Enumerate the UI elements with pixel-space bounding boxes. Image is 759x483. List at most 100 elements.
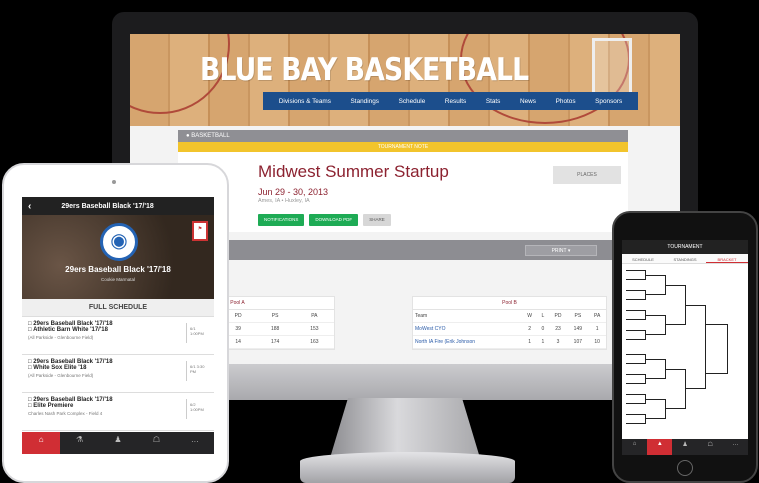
cell: 163 [294, 335, 334, 349]
calendar-icon: □ [28, 403, 32, 409]
event-location: Ames, IA • Huxley, IA [258, 198, 310, 204]
bracket-match[interactable] [626, 414, 646, 424]
nav-standings[interactable]: Standings [351, 98, 379, 105]
col-team: Team [413, 310, 523, 323]
bracket-match[interactable] [626, 290, 646, 300]
monitor-stand-base [300, 452, 515, 483]
tablet-header-title: 29ers Baseball Black '17/'18 [61, 202, 154, 210]
nav-photos[interactable]: Photos [556, 98, 576, 105]
jersey-icon: ◉ [100, 223, 138, 261]
event-actions: NOTIFICATIONS DOWNLOAD PDF SHARE [258, 214, 391, 226]
pool-name: Pool B [413, 297, 606, 310]
event-title: Midwest Summer Startup [258, 162, 449, 181]
table-row: North IA Fire (Erik Johnson 1 1 3 107 10 [413, 335, 606, 349]
site-header-banner: BLUE BAY BASKETBALL Divisions & Teams St… [130, 34, 680, 126]
bracket-match[interactable] [666, 285, 686, 325]
back-arrow-icon[interactable]: ‹ [28, 201, 31, 212]
bracket-match[interactable] [626, 354, 646, 364]
list-item[interactable]: □ 29ers Baseball Black '17/'18 □ Elite P… [22, 393, 214, 431]
calendar-icon: □ [28, 365, 32, 371]
bracket-match[interactable] [646, 315, 666, 335]
device-mockup-stage: BLUE BAY BASKETBALL Divisions & Teams St… [0, 0, 759, 483]
table-header-row: Team W L PD PS PA [413, 310, 606, 323]
tab-schedule[interactable]: SCHEDULE [622, 254, 664, 263]
home-tab-icon[interactable]: ⌂ [22, 432, 61, 454]
bracket-match[interactable] [666, 369, 686, 409]
bracket-match[interactable] [706, 324, 728, 374]
nav-news[interactable]: News [520, 98, 536, 105]
phone-header: TOURNAMENT [622, 240, 748, 254]
table-row: MoWest CYO 2 0 23 149 1 [413, 322, 606, 336]
home-tab-icon[interactable]: ⌂ [622, 439, 647, 455]
cell: 1 [588, 322, 606, 336]
cell: 2 [522, 322, 538, 336]
bracket-match[interactable] [646, 275, 666, 295]
nav-schedule[interactable]: Schedule [399, 98, 426, 105]
team-link[interactable]: MoWest CYO [413, 322, 523, 336]
nav-results[interactable]: Results [445, 98, 466, 105]
bracket-match[interactable] [626, 330, 646, 340]
list-item[interactable]: □ 29ers Baseball Black '17/'18 □ Athleti… [22, 317, 214, 355]
bracket-match[interactable] [626, 270, 646, 280]
game-team-2: Athletic Barn White '17/'18 [33, 327, 108, 333]
bracket-match[interactable] [646, 359, 666, 379]
team-link[interactable]: North IA Fire (Erik Johnson [413, 335, 523, 349]
more-tab-icon[interactable]: … [176, 432, 214, 454]
venues-tab-icon[interactable]: ☖ [698, 439, 723, 455]
breadcrumb-label[interactable]: BASKETBALL [191, 133, 229, 139]
col-l: L [537, 310, 549, 323]
tablet-screen: ‹ 29ers Baseball Black '17/'18 ◉ ⚑ 29ers… [22, 197, 214, 455]
bracket-match[interactable] [626, 394, 646, 404]
event-dates: Jun 29 - 30, 2013 [258, 187, 329, 197]
list-item[interactable]: □ 29ers Baseball Black '17/'18 □ White S… [22, 355, 214, 393]
team-subtitle: Cookie Marmatal [100, 277, 135, 282]
cell: 3 [548, 335, 568, 349]
cell: 23 [548, 322, 568, 336]
tab-standings[interactable]: STANDINGS [664, 254, 706, 263]
standings-toolbar [178, 240, 680, 260]
nav-sponsors[interactable]: Sponsors [595, 98, 622, 105]
pool-b-table: Pool B Team W L PD PS PA MoWest CYO 2 0 … [412, 296, 607, 350]
download-pdf-button[interactable]: DOWNLOAD PDF [309, 214, 359, 226]
places-button[interactable]: PLACES [553, 166, 621, 184]
game-location: (All Parkside - Glenbourne Field) [28, 373, 94, 378]
phone-home-button[interactable] [677, 460, 693, 476]
phone-tab-bar: ⌂ ▲ ♟ ☖ … [622, 439, 748, 455]
more-tab-icon[interactable]: … [723, 439, 748, 455]
tournament-note-bar[interactable]: TOURNAMENT NOTE [178, 142, 628, 152]
cell: 107 [567, 335, 589, 349]
teams-tab-icon[interactable]: ♟ [99, 432, 137, 454]
bracket-match[interactable] [686, 305, 706, 389]
schedule-heading: FULL SCHEDULE [22, 299, 214, 317]
bracket-tab-icon[interactable]: ▲ [647, 439, 673, 455]
game-time: 6/1 3:30 PM [186, 361, 208, 381]
game-location: (All Parkside - Glenbourne Field) [28, 335, 94, 340]
game-time: 6/2 1:00PM [186, 399, 208, 419]
nav-divisions-teams[interactable]: Divisions & Teams [279, 98, 331, 105]
cell: 188 [255, 322, 295, 336]
col-pa: PA [294, 310, 334, 323]
site-title[interactable]: BLUE BAY BASKETBALL [200, 52, 529, 88]
phone-tabs: SCHEDULE STANDINGS BRACKET [622, 254, 748, 264]
team-hero: ◉ ⚑ 29ers Baseball Black '17/'18 Cookie … [22, 215, 214, 299]
bracket-match[interactable] [626, 310, 646, 320]
share-button[interactable]: SHARE [363, 214, 391, 226]
venues-tab-icon[interactable]: ☖ [137, 432, 175, 454]
col-pd: PD [548, 310, 568, 323]
col-ps: PS [567, 310, 589, 323]
gear-icon: ● [186, 133, 190, 139]
print-button[interactable]: PRINT ▾ [525, 245, 597, 256]
cell: 153 [294, 322, 334, 336]
breadcrumb: ● BASKETBALL [178, 130, 628, 142]
event-card: Midwest Summer Startup Jun 29 - 30, 2013… [178, 152, 628, 232]
standings-tab-icon[interactable]: ⚗ [60, 432, 98, 454]
tab-bracket[interactable]: BRACKET [706, 254, 748, 263]
teams-tab-icon[interactable]: ♟ [672, 439, 697, 455]
notifications-button[interactable]: NOTIFICATIONS [258, 214, 305, 226]
bracket-match[interactable] [626, 374, 646, 384]
main-nav: Divisions & Teams Standings Schedule Res… [263, 92, 638, 110]
game-team-2: Elite Premiere [33, 403, 74, 409]
bracket-match[interactable] [646, 399, 666, 419]
nav-stats[interactable]: Stats [486, 98, 501, 105]
tablet-tab-bar: ⌂ ⚗ ♟ ☖ … [22, 432, 214, 454]
